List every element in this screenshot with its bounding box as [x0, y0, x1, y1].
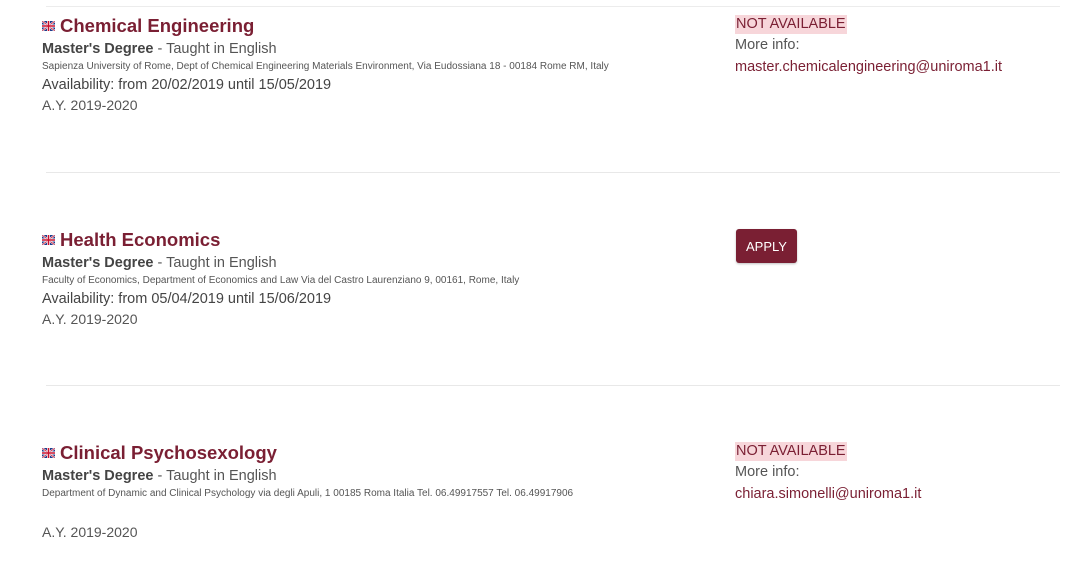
course-title-link[interactable]: Health Economics — [60, 229, 220, 251]
contact-email-link[interactable]: master.chemicalengineering@uniroma1.it — [735, 59, 1002, 75]
course-item-health-economics: Health Economics Master's Degree - Taugh… — [42, 228, 722, 329]
degree-type: Master's Degree — [42, 255, 154, 271]
course-status-chemical-engineering: NOT AVAILABLE More info: master.chemical… — [735, 15, 1065, 78]
language-note: - Taught in English — [153, 255, 277, 271]
contact-email-link[interactable]: chiara.simonelli@uniroma1.it — [735, 486, 921, 502]
course-address: Sapienza University of Rome, Dept of Che… — [42, 61, 609, 72]
course-item-clinical-psychosexology: Clinical Psychosexology Master's Degree … — [42, 441, 722, 542]
availability-dates: Availability: from 20/02/2019 until 15/0… — [42, 77, 332, 93]
course-divider — [46, 385, 1060, 386]
availability-dates: Availability: from 05/04/2019 until 15/0… — [42, 291, 332, 307]
academic-year: A.Y. 2019-2020 — [42, 524, 138, 540]
degree-type: Master's Degree — [42, 468, 154, 484]
course-divider — [46, 172, 1060, 173]
not-available-badge: NOT AVAILABLE — [735, 15, 847, 34]
course-address: Faculty of Economics, Department of Econ… — [42, 275, 520, 286]
uk-flag-icon — [42, 235, 55, 245]
apply-button[interactable]: APPLY — [736, 229, 797, 263]
more-info-label: More info: — [735, 37, 800, 53]
degree-type: Master's Degree — [42, 41, 154, 57]
availability-empty — [42, 502, 722, 522]
language-note: - Taught in English — [153, 468, 277, 484]
academic-year: A.Y. 2019-2020 — [42, 97, 138, 113]
not-available-badge: NOT AVAILABLE — [735, 442, 847, 461]
course-item-chemical-engineering: Chemical Engineering Master's Degree - T… — [42, 14, 722, 115]
degree-line: Master's Degree - Taught in English — [42, 466, 722, 486]
degree-line: Master's Degree - Taught in English — [42, 39, 722, 59]
course-title-link[interactable]: Chemical Engineering — [60, 15, 254, 37]
course-status-clinical-psychosexology: NOT AVAILABLE More info: chiara.simonell… — [735, 442, 1065, 505]
course-address: Department of Dynamic and Clinical Psych… — [42, 488, 574, 499]
academic-year: A.Y. 2019-2020 — [42, 311, 138, 327]
uk-flag-icon — [42, 448, 55, 458]
uk-flag-icon — [42, 21, 55, 31]
course-title-link[interactable]: Clinical Psychosexology — [60, 442, 277, 464]
degree-line: Master's Degree - Taught in English — [42, 253, 722, 273]
more-info-label: More info: — [735, 464, 800, 480]
top-divider — [46, 6, 1060, 7]
language-note: - Taught in English — [153, 41, 277, 57]
